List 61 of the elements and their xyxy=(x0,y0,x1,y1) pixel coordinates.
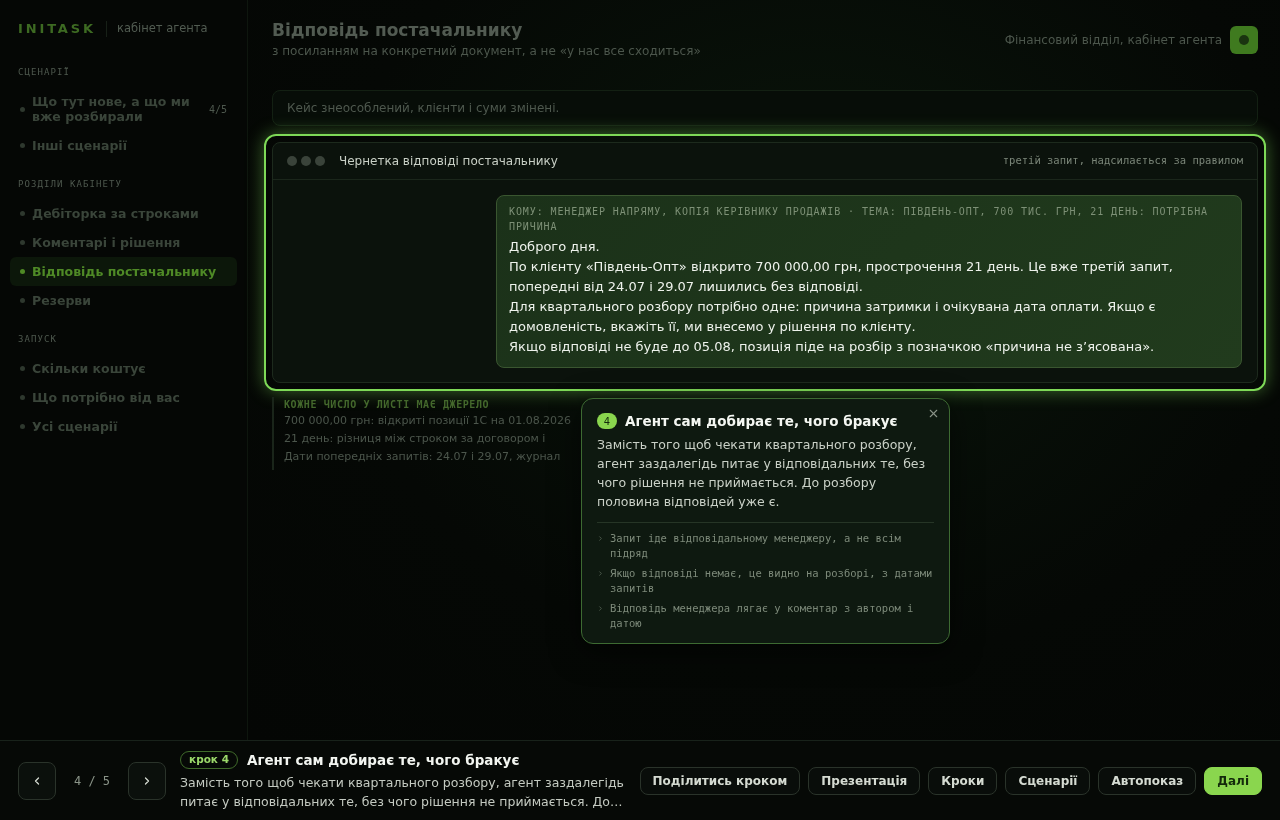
bullet-dot-icon xyxy=(20,395,25,400)
step-counter: 4 / 5 xyxy=(73,772,111,790)
section-label: СЦЕНАРІЇ xyxy=(18,66,70,78)
brand-subtitle: кабінет агента xyxy=(116,20,208,38)
footer-button[interactable]: Сценарії xyxy=(1005,766,1091,795)
nav-item[interactable]: Інші сценарії xyxy=(10,131,237,160)
nav-item[interactable]: Відповідь постачальнику xyxy=(10,257,237,286)
page-title: Відповідь постачальнику xyxy=(272,19,523,42)
bullet-dot-icon xyxy=(20,298,25,303)
source-line: Дати попередніх запитів: 24.07 і 29.07, журнал xyxy=(284,449,561,465)
page-subtitle: з посиланням на конкретний документ, а не «у нас все сходиться» xyxy=(272,43,701,60)
popover-point: Відповідь менеджера лягає у коментар з автором і датою xyxy=(610,601,915,632)
footer-button[interactable]: Презентація xyxy=(808,766,921,795)
source-line: 700 000,00 грн: відкриті позиції 1С на 01.08.2026 xyxy=(284,413,572,429)
message-paragraph: Для квартального розбору потрібно одне: причина затримки і очікувана дата оплати. Якщо є домовленість, вкажіть її, ми внесемо у рішення по клієнту. xyxy=(509,298,1157,336)
bullet-dot-icon xyxy=(20,240,25,245)
popover-title: Агент сам добирає те, чого бракує xyxy=(625,412,898,431)
chevron-icon xyxy=(597,535,604,543)
bullet-dot-icon xyxy=(20,211,25,216)
nav-item[interactable]: Що тут нове, а що ми вже розбирали 4/5 xyxy=(10,87,237,131)
step-description: Замість того щоб чекати квартального розбору, агент заздалегідь питає у відповідальних те, без чого рішення не приймається. До… xyxy=(180,774,625,812)
window-dot-icon xyxy=(315,156,325,166)
footer-button[interactable]: Автопоказ xyxy=(1098,766,1197,795)
chevron-icon xyxy=(597,570,604,578)
window-dot-icon xyxy=(301,156,311,166)
message-paragraph: Доброго дня. xyxy=(509,238,601,256)
nav-item[interactable]: Дебіторка за строками xyxy=(10,199,237,228)
account-label: Фінансовий відділ, кабінет агента xyxy=(1004,32,1222,49)
message-paragraph: По клієнту «Південь-Опт» відкрито 700 000,00 грн, прострочення 21 день. Це вже третій запит, попередні від 24.07 і 29.07 лишились без відповіді. xyxy=(509,258,1174,296)
profile-button[interactable] xyxy=(1230,26,1258,54)
footer-button[interactable]: Кроки xyxy=(928,766,998,795)
message-paragraph: Якщо відповіді не буде до 05.08, позиція піде на розбір з позначкою «причина не з’ясована». xyxy=(509,338,1156,356)
bullet-dot-icon xyxy=(20,424,25,429)
draft-note: третій запит, надсилається за правилом xyxy=(1002,153,1243,169)
sources-heading: КОЖНЕ ЧИСЛО У ЛИСТІ МАЄ ДЖЕРЕЛО xyxy=(284,398,490,412)
footer-button[interactable]: Поділитись кроком xyxy=(639,766,801,795)
bullet-dot-icon xyxy=(20,366,25,371)
nav-item[interactable]: Усі сценарії xyxy=(10,412,237,441)
message-meta: КОМУ: МЕНЕДЖЕР НАПРЯМУ, КОПІЯ КЕРІВНИКУ ПРОДАЖІВ · ТЕМА: ПІВДЕНЬ-ОПТ, 700 ТИС. ГРН, 21 ДЕНЬ: ПОТРІБНА ПРИЧИНА xyxy=(509,205,1209,234)
footer-button[interactable]: Далі xyxy=(1204,766,1262,795)
dot-icon xyxy=(1239,35,1249,45)
bullet-dot-icon xyxy=(20,106,25,112)
window-dot-icon xyxy=(287,156,297,166)
popover-point: Якщо відповіді немає, це видно на розборі, з датами запитів xyxy=(610,566,934,597)
draft-title: Чернетка відповіді постачальнику xyxy=(339,153,558,170)
bullet-dot-icon xyxy=(20,143,25,148)
nav-item[interactable]: Скільки коштує xyxy=(10,354,237,383)
nav-item[interactable]: Резерви xyxy=(10,286,237,315)
chevron-icon xyxy=(597,605,604,613)
section-label: РОЗДІЛИ КАБІНЕТУ xyxy=(18,178,122,190)
notice-text: Кейс знеособлений, клієнти і суми змінені. xyxy=(287,100,560,117)
step-number-badge: 4 xyxy=(597,413,617,430)
nav-item[interactable]: Що потрібно від вас xyxy=(10,383,237,412)
bullet-dot-icon xyxy=(20,269,25,274)
section-label: ЗАПУСК xyxy=(18,333,57,345)
brand-logo: INITASK xyxy=(18,20,96,39)
item-count: 4/5 xyxy=(208,102,227,117)
popover-point: Запит іде відповідальному менеджеру, а не всім підряд xyxy=(610,531,902,562)
step-title: Агент сам добирає те, чого бракує xyxy=(246,750,520,770)
popover-body: Замість того щоб чекати квартального розбору, агент заздалегідь питає у відповідальних те, без чого рішення не приймається. До розбору половина відповідей уже є. xyxy=(597,436,927,512)
nav-item[interactable]: Коментарі і рішення xyxy=(10,228,237,257)
